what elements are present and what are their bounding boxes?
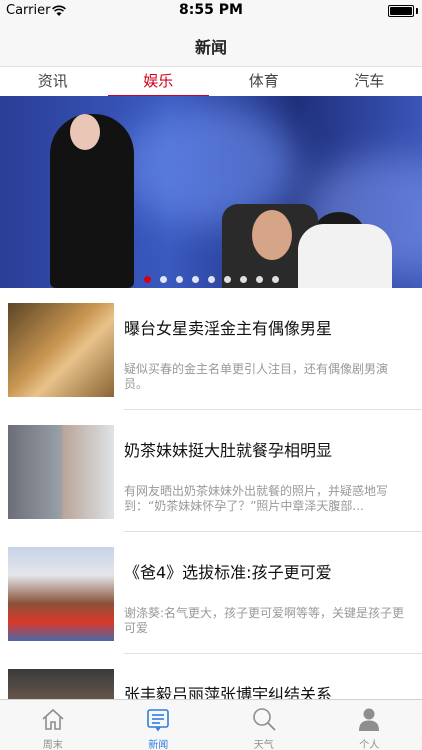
- list-item[interactable]: 曝台女星卖淫金主有偶像男星 疑似买春的金主名单更引人注目，还有偶像剧男演员。: [0, 288, 422, 410]
- news-title: 《爸4》选拔标准:孩子更可爱: [124, 563, 332, 582]
- bottom-tab-bar: 周末 新闻 天气 个人: [0, 699, 422, 750]
- tab-sports[interactable]: 体育: [211, 67, 317, 96]
- news-summary: 谢涤葵:名气更大，孩子更可爱啊等等，关键是孩子更可爱: [124, 606, 405, 635]
- carousel-dot[interactable]: [255, 276, 263, 283]
- list-item[interactable]: 《爸4》选拔标准:孩子更可爱 谢涤葵:名气更大，孩子更可爱啊等等，关键是孩子更可…: [0, 532, 422, 654]
- carousel-dot[interactable]: [175, 276, 183, 283]
- news-icon: [147, 709, 170, 732]
- tabbar-label: 新闻: [148, 740, 169, 750]
- search-icon: [252, 708, 276, 731]
- navigation-bar: 新闻: [0, 22, 422, 66]
- carousel-dot[interactable]: [223, 276, 231, 283]
- status-bar: Carrier 8:55 PM: [0, 0, 422, 22]
- tabbar-item-weather[interactable]: 天气: [211, 700, 317, 750]
- tabbar-label: 周末: [42, 740, 63, 750]
- tabbar-label: 个人: [359, 740, 380, 750]
- tabbar-item-weekend[interactable]: 周末: [0, 700, 106, 750]
- banner-photo-face: [70, 114, 100, 150]
- carousel-dot[interactable]: [239, 276, 247, 283]
- tabbar-item-profile[interactable]: 个人: [317, 700, 422, 750]
- carousel-dot[interactable]: [159, 276, 167, 283]
- banner-carousel[interactable]: [0, 96, 422, 288]
- battery-tip: [416, 8, 418, 14]
- carousel-dot[interactable]: [271, 276, 279, 283]
- news-thumbnail: [8, 425, 114, 519]
- page-title: 新闻: [194, 38, 227, 57]
- news-summary: 疑似买春的金主名单更引人注目，还有偶像剧男演员。: [124, 362, 389, 391]
- news-title: 奶茶妹妹挺大肚就餐孕相明显: [124, 441, 333, 460]
- news-thumbnail: [8, 303, 114, 397]
- person-icon: [359, 708, 380, 731]
- carousel-dot[interactable]: [191, 276, 199, 283]
- battery-icon: [388, 5, 414, 17]
- carousel-page-indicator[interactable]: [0, 276, 422, 283]
- tab-news[interactable]: 资讯: [0, 67, 106, 96]
- tab-entertainment[interactable]: 娱乐: [106, 67, 212, 97]
- news-list: 曝台女星卖淫金主有偶像男星 疑似买春的金主名单更引人注目，还有偶像剧男演员。 奶…: [0, 288, 422, 750]
- news-summary: 有网友晒出奶茶妹妹外出就餐的照片，并疑惑地写到：“奶茶妹妹怀孕了？”照片中章泽天…: [124, 484, 389, 513]
- banner-photo-face: [252, 210, 292, 260]
- carousel-dot[interactable]: [143, 276, 151, 283]
- status-time: 8:55 PM: [179, 2, 243, 18]
- tabbar-label: 天气: [253, 740, 274, 750]
- carousel-dot[interactable]: [207, 276, 215, 283]
- tab-auto[interactable]: 汽车: [317, 67, 422, 96]
- news-title: 曝台女星卖淫金主有偶像男星: [124, 319, 333, 338]
- news-thumbnail: [8, 547, 114, 641]
- list-item[interactable]: 奶茶妹妹挺大肚就餐孕相明显 有网友晒出奶茶妹妹外出就餐的照片，并疑惑地写到：“奶…: [0, 410, 422, 532]
- tabbar-item-news[interactable]: 新闻: [106, 700, 212, 750]
- category-tabs: 资讯 娱乐 体育 汽车: [0, 66, 422, 97]
- home-icon: [42, 708, 64, 730]
